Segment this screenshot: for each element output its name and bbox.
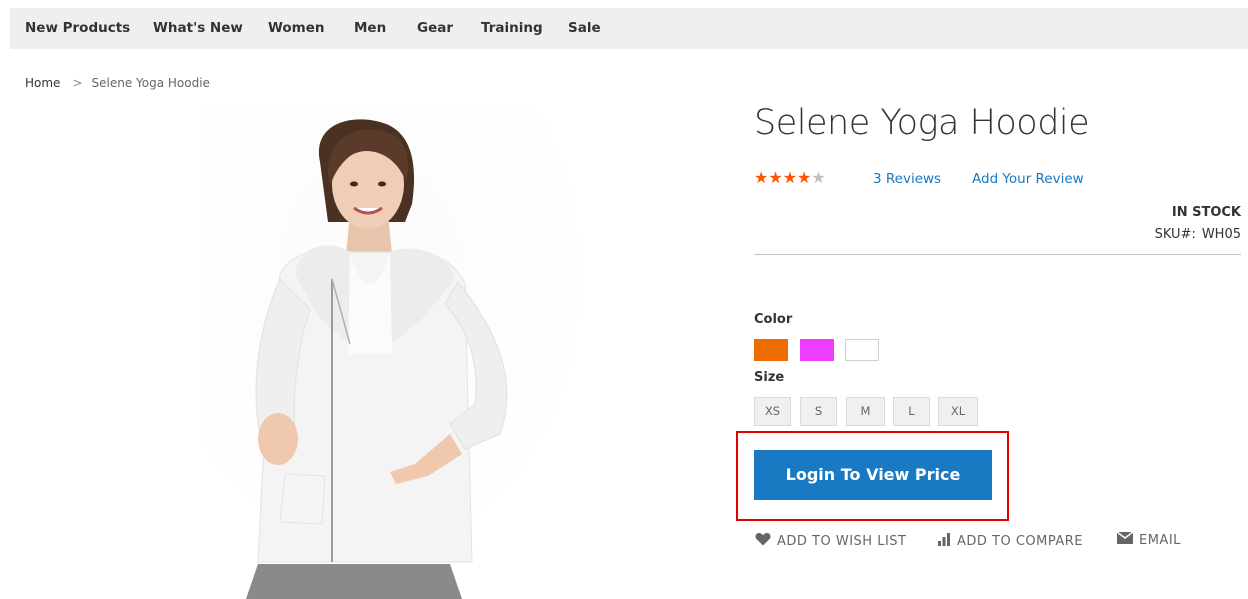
- heart-icon: [755, 532, 771, 550]
- color-swatch-magenta[interactable]: [800, 339, 834, 361]
- divider: [754, 254, 1241, 255]
- envelope-icon: [1116, 531, 1134, 548]
- size-option-xs[interactable]: XS: [754, 397, 791, 426]
- add-to-compare-label: ADD TO COMPARE: [957, 533, 1084, 549]
- star-icon: ★: [768, 168, 783, 187]
- bar-chart-icon: [937, 532, 951, 550]
- add-to-compare-link[interactable]: ADD TO COMPARE: [937, 532, 1083, 550]
- size-option-s[interactable]: S: [800, 397, 837, 426]
- add-review-link[interactable]: Add Your Review: [972, 171, 1084, 187]
- breadcrumb: Home > Selene Yoga Hoodie: [25, 76, 210, 90]
- breadcrumb-current: Selene Yoga Hoodie: [91, 76, 210, 90]
- color-swatch-white[interactable]: [845, 339, 879, 361]
- reviews-link[interactable]: 3 Reviews: [873, 171, 941, 187]
- nav-item-new-products[interactable]: New Products: [25, 8, 130, 49]
- add-to-wishlist-label: ADD TO WISH LIST: [777, 533, 907, 549]
- email-link[interactable]: EMAIL: [1116, 531, 1181, 548]
- star-icon: ★: [797, 168, 812, 187]
- breadcrumb-home-link[interactable]: Home: [25, 76, 60, 90]
- size-option-m[interactable]: M: [846, 397, 885, 426]
- nav-item-men[interactable]: Men: [354, 8, 386, 49]
- nav-item-women[interactable]: Women: [268, 8, 325, 49]
- size-label: Size: [754, 370, 785, 385]
- color-swatch-orange[interactable]: [754, 339, 788, 361]
- sku-label: SKU#:: [1154, 227, 1196, 242]
- nav-item-training[interactable]: Training: [481, 8, 543, 49]
- product-title: Selene Yoga Hoodie: [754, 103, 1090, 143]
- rating-stars: ★★★★★: [754, 169, 826, 187]
- product-image[interactable]: [200, 104, 580, 599]
- nav-item-sale[interactable]: Sale: [568, 8, 601, 49]
- star-icon: ★: [754, 168, 769, 187]
- nav-item-whats-new[interactable]: What's New: [153, 8, 243, 49]
- size-option-l[interactable]: L: [893, 397, 930, 426]
- email-label: EMAIL: [1139, 532, 1181, 548]
- top-navigation: New Products What's New Women Men Gear T…: [10, 8, 1248, 49]
- add-to-wishlist-link[interactable]: ADD TO WISH LIST: [755, 532, 906, 550]
- hoodie-model-image: [200, 104, 580, 599]
- login-to-view-price-button[interactable]: Login To View Price: [754, 450, 992, 500]
- star-empty-icon: ★: [811, 168, 826, 187]
- sku: SKU#: WH05: [1155, 227, 1241, 242]
- color-label: Color: [754, 312, 793, 327]
- nav-item-gear[interactable]: Gear: [417, 8, 453, 49]
- breadcrumb-separator-icon: >: [72, 76, 83, 90]
- stock-status: IN STOCK: [1171, 205, 1241, 220]
- size-option-xl[interactable]: XL: [938, 397, 978, 426]
- sku-value: WH05: [1201, 227, 1241, 242]
- star-icon: ★: [782, 168, 798, 187]
